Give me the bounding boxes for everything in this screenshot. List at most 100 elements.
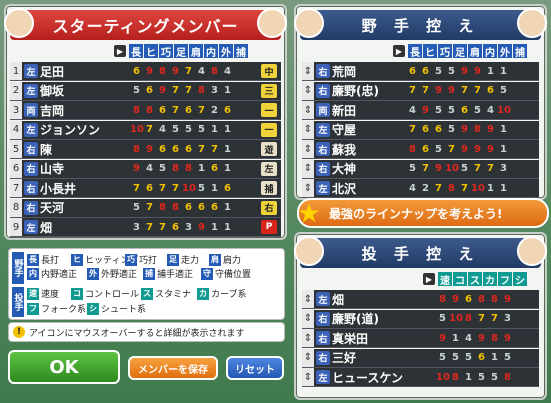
column-header-7[interactable]: 捕: [513, 44, 527, 59]
stat-value: 7: [487, 163, 494, 174]
starting-row[interactable]: 3 両吉岡 8 8 6 7 6 7 2 6 一: [10, 101, 281, 120]
ok-button[interactable]: OK: [8, 350, 120, 384]
star-icon: ★: [297, 199, 321, 229]
position-badge[interactable]: 右: [261, 200, 277, 215]
stat-value: 8: [133, 104, 140, 116]
column-header-0[interactable]: 長: [408, 44, 422, 59]
drag-handle-icon[interactable]: ⇕: [302, 329, 314, 347]
drag-handle-icon[interactable]: ⇕: [302, 101, 314, 119]
drag-handle-icon[interactable]: ⇕: [302, 290, 314, 308]
column-header-0[interactable]: 長: [129, 44, 143, 59]
bench-pitcher-row[interactable]: ⇕ 左ヒュースケン 10 8 1 5 5 8: [302, 368, 539, 387]
stat-value: 4: [198, 65, 205, 77]
position-badge[interactable]: 中: [261, 64, 277, 78]
drag-handle-icon[interactable]: ⇕: [302, 179, 314, 197]
column-header-2[interactable]: ス: [468, 272, 482, 287]
column-header-5[interactable]: 内: [204, 44, 218, 59]
legend-text: 長打: [41, 256, 60, 266]
stat-value: 9: [504, 293, 511, 305]
column-header-3[interactable]: 足: [453, 44, 467, 59]
batting-order: 8: [10, 198, 22, 217]
column-header-1[interactable]: コ: [453, 272, 467, 287]
stat-value: 7: [435, 182, 442, 194]
starting-row[interactable]: 4 左ジョンソン 10 7 4 5 5 5 1 1 一: [10, 120, 281, 140]
drag-handle-icon[interactable]: ⇕: [302, 309, 314, 328]
bench-fielder-row[interactable]: ⇕ 左守屋 7 6 6 5 9 8 9 1: [302, 120, 539, 140]
stat-value: 7: [422, 163, 429, 174]
position-badge[interactable]: 一: [261, 122, 277, 137]
save-members-button[interactable]: メンバーを保存: [128, 356, 218, 380]
stat-value: 5: [448, 104, 455, 116]
starting-row[interactable]: 2 左御坂 5 6 9 7 7 8 3 1 三: [10, 81, 281, 101]
position-badge[interactable]: 左: [261, 161, 277, 176]
drag-handle-icon[interactable]: ⇕: [302, 120, 314, 139]
column-header-4[interactable]: 肩: [189, 44, 203, 59]
column-header-5[interactable]: 内: [483, 44, 497, 59]
drag-handle-icon[interactable]: ⇕: [302, 140, 314, 158]
batting-hand-badge: 右: [316, 142, 330, 156]
column-header-4[interactable]: 肩: [468, 44, 482, 59]
column-header-0[interactable]: 速: [438, 272, 452, 287]
legend-text: コントロール: [85, 290, 140, 300]
stat-value: 5: [409, 163, 416, 174]
column-header-3[interactable]: 足: [174, 44, 188, 59]
column-header-7[interactable]: 捕: [234, 44, 248, 59]
stat-value: 4: [409, 104, 416, 116]
stat-value: 7: [198, 104, 205, 116]
starting-row[interactable]: 9左畑37763911P: [10, 218, 281, 237]
stat-value: 1: [500, 65, 507, 77]
batting-order: 1: [10, 62, 22, 80]
column-header-1[interactable]: ヒ: [423, 44, 437, 59]
bench-fielder-row[interactable]: ⇕ 左北沢 4 2 7 8 7 10 1 1: [302, 179, 539, 198]
column-header-6[interactable]: 外: [498, 44, 512, 59]
drag-handle-icon[interactable]: ⇕: [302, 81, 314, 100]
bench-fielder-row[interactable]: ⇕ 右荒岡 6 6 5 5 9 9 1 1: [302, 62, 539, 81]
player-name: 真栄田: [332, 331, 369, 346]
position-badge[interactable]: 遊: [261, 142, 277, 156]
bench-fielder-row[interactable]: ⇕ 右蘇我 8 6 5 7 9 9 9 1: [302, 140, 539, 159]
stat-value: 1: [500, 143, 507, 155]
bench-pitcher-row[interactable]: ⇕ 右真栄田 9 1 4 9 8 9: [302, 329, 539, 348]
player-stats: 57886661: [130, 202, 234, 213]
column-header-3[interactable]: カ: [483, 272, 497, 287]
bench-pitcher-row[interactable]: ⇕ 右廉野(道) 5 10 8 7 7 3: [302, 309, 539, 329]
starting-row[interactable]: 1 左足田 6 9 8 9 7 4 8 4 中: [10, 62, 281, 81]
batting-hand-badge: 右: [24, 181, 38, 195]
drag-handle-icon[interactable]: ⇕: [302, 368, 314, 386]
bench-fielder-row[interactable]: ⇕ 両新田 4 9 5 5 6 5 4 10: [302, 101, 539, 120]
batting-hand-badge: 右: [316, 161, 330, 176]
column-header-1[interactable]: ヒ: [144, 44, 158, 59]
legend-item: 捕捕手適正: [143, 267, 193, 280]
drag-handle-icon[interactable]: ⇕: [302, 348, 314, 367]
bench-fielder-row[interactable]: ⇕ 右大神 5 7 9 10 5 7 7 3: [302, 159, 539, 179]
legend-item: 肩肩力: [209, 253, 241, 266]
stat-value: 5: [435, 65, 442, 77]
column-header-2[interactable]: 巧: [438, 44, 452, 59]
bench-pitcher-row[interactable]: ⇕ 左畑 8 9 6 8 8 9: [302, 290, 539, 309]
starting-row[interactable]: 6 右山寺 9 4 5 8 8 1 6 1 左: [10, 159, 281, 179]
stat-value: 8: [211, 65, 218, 77]
reset-button[interactable]: リセット: [226, 356, 284, 380]
position-badge[interactable]: 三: [261, 83, 277, 98]
column-header-2[interactable]: 巧: [159, 44, 173, 59]
column-header-5[interactable]: シ: [513, 272, 527, 287]
position-badge[interactable]: 捕: [261, 181, 277, 195]
player-name: 守屋: [332, 123, 357, 137]
stat-value: 8: [465, 313, 472, 324]
stat-value: 6: [172, 143, 179, 155]
starting-row[interactable]: 7 右小長井 7 6 7 7 10 5 1 6 捕: [10, 179, 281, 198]
bench-pitcher-row[interactable]: ⇕ 右三好 5 5 5 6 1 5: [302, 348, 539, 368]
stat-value: 4: [146, 163, 153, 174]
drag-handle-icon[interactable]: ⇕: [302, 62, 314, 80]
column-header-6[interactable]: 外: [219, 44, 233, 59]
starting-row[interactable]: 8 右天河 5 7 8 8 6 6 6 1 右: [10, 198, 281, 218]
bench-fielder-row[interactable]: ⇕ 右廉野(忠) 7 7 9 9 7 7 6 5: [302, 81, 539, 101]
position-badge[interactable]: 一: [261, 103, 277, 117]
starting-row[interactable]: 5右陳89666771遊: [10, 140, 281, 159]
position-badge[interactable]: P: [261, 220, 277, 234]
drag-handle-icon[interactable]: ⇕: [302, 159, 314, 178]
stat-value: 7: [185, 65, 192, 77]
stat-value: 6: [185, 202, 192, 213]
stat-value: 7: [198, 143, 205, 155]
column-header-4[interactable]: フ: [498, 272, 512, 287]
